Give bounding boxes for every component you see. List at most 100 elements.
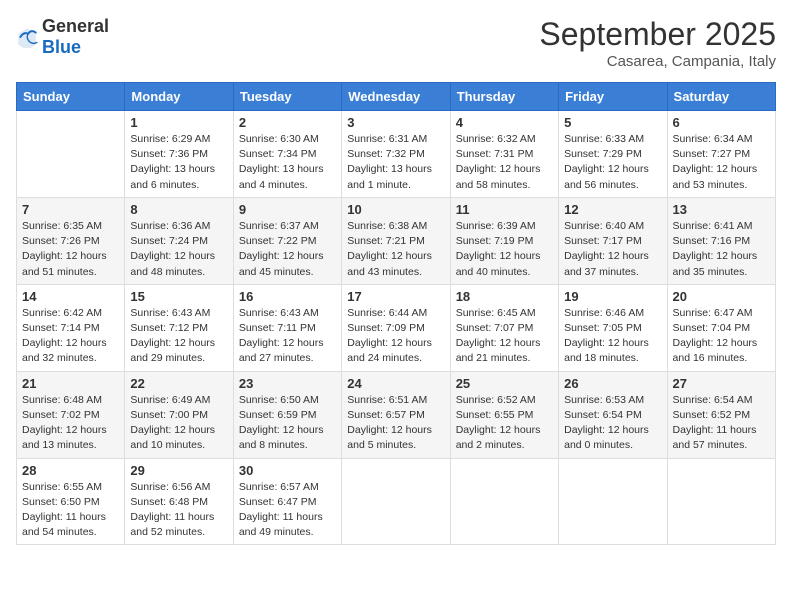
day-number: 27: [673, 376, 770, 391]
day-number: 30: [239, 463, 336, 478]
calendar-table: SundayMondayTuesdayWednesdayThursdayFrid…: [16, 82, 776, 545]
calendar-cell: 12 Sunrise: 6:40 AMSunset: 7:17 PMDayligh…: [559, 197, 667, 284]
day-info: Sunrise: 6:29 AMSunset: 7:36 PMDaylight:…: [130, 132, 227, 193]
day-number: 15: [130, 289, 227, 304]
weekday-header-tuesday: Tuesday: [233, 83, 341, 111]
weekday-header-friday: Friday: [559, 83, 667, 111]
weekday-header-wednesday: Wednesday: [342, 83, 450, 111]
day-number: 10: [347, 202, 444, 217]
calendar-cell: 17Sunrise: 6:44 AMSunset: 7:09 PMDayligh…: [342, 284, 450, 371]
calendar-cell: 9 Sunrise: 6:37 AMSunset: 7:22 PMDaylight…: [233, 197, 341, 284]
calendar-cell: [450, 458, 558, 545]
day-info: Sunrise: 6:48 AMSunset: 7:02 PMDaylight:…: [22, 393, 119, 454]
weekday-header-sunday: Sunday: [17, 83, 125, 111]
day-number: 17: [347, 289, 444, 304]
day-info: Sunrise: 6:52 AMSunset: 6:55 PMDaylight:…: [456, 393, 553, 454]
day-info: Sunrise: 6:46 AMSunset: 7:05 PMDaylight:…: [564, 306, 661, 367]
calendar-cell: 18 Sunrise: 6:45 AMSunset: 7:07 PMDayligh…: [450, 284, 558, 371]
day-info: Sunrise: 6:47 AMSunset: 7:04 PMDaylight:…: [673, 306, 770, 367]
day-number: 1: [130, 115, 227, 130]
calendar-cell: 30 Sunrise: 6:57 AMSunset: 6:47 PMDayligh…: [233, 458, 341, 545]
logo-general-text: General: [42, 16, 109, 36]
calendar-cell: 15 Sunrise: 6:43 AMSunset: 7:12 PMDayligh…: [125, 284, 233, 371]
location-title: Casarea, Campania, Italy: [539, 53, 776, 70]
calendar-cell: 19 Sunrise: 6:46 AMSunset: 7:05 PMDayligh…: [559, 284, 667, 371]
day-info: Sunrise: 6:38 AMSunset: 7:21 PMDaylight:…: [347, 219, 444, 280]
calendar-cell: 6Sunrise: 6:34 AMSunset: 7:27 PMDaylight…: [667, 111, 775, 198]
day-info: Sunrise: 6:32 AMSunset: 7:31 PMDaylight:…: [456, 132, 553, 193]
calendar-cell: [17, 111, 125, 198]
weekday-header-row: SundayMondayTuesdayWednesdayThursdayFrid…: [17, 83, 776, 111]
day-info: Sunrise: 6:41 AMSunset: 7:16 PMDaylight:…: [673, 219, 770, 280]
day-info: Sunrise: 6:56 AMSunset: 6:48 PMDaylight:…: [130, 480, 227, 541]
calendar-cell: 7 Sunrise: 6:35 AMSunset: 7:26 PMDaylight…: [17, 197, 125, 284]
day-number: 12: [564, 202, 661, 217]
day-number: 5: [564, 115, 661, 130]
calendar-cell: 26 Sunrise: 6:53 AMSunset: 6:54 PMDayligh…: [559, 371, 667, 458]
day-number: 29: [130, 463, 227, 478]
day-number: 7: [22, 202, 119, 217]
day-number: 9: [239, 202, 336, 217]
day-info: Sunrise: 6:49 AMSunset: 7:00 PMDaylight:…: [130, 393, 227, 454]
day-info: Sunrise: 6:43 AMSunset: 7:11 PMDaylight:…: [239, 306, 336, 367]
day-info: Sunrise: 6:54 AMSunset: 6:52 PMDaylight:…: [673, 393, 770, 454]
calendar-week-1: 1 Sunrise: 6:29 AMSunset: 7:36 PMDaylight…: [17, 111, 776, 198]
day-number: 4: [456, 115, 553, 130]
day-number: 24: [347, 376, 444, 391]
day-info: Sunrise: 6:42 AMSunset: 7:14 PMDaylight:…: [22, 306, 119, 367]
calendar-cell: 2Sunrise: 6:30 AMSunset: 7:34 PMDaylight…: [233, 111, 341, 198]
day-info: Sunrise: 6:30 AMSunset: 7:34 PMDaylight:…: [239, 132, 336, 193]
calendar-cell: 8 Sunrise: 6:36 AMSunset: 7:24 PMDaylight…: [125, 197, 233, 284]
calendar-cell: 21Sunrise: 6:48 AMSunset: 7:02 PMDayligh…: [17, 371, 125, 458]
day-number: 8: [130, 202, 227, 217]
day-number: 26: [564, 376, 661, 391]
calendar-cell: [667, 458, 775, 545]
day-number: 14: [22, 289, 119, 304]
day-number: 20: [673, 289, 770, 304]
calendar-cell: [559, 458, 667, 545]
day-info: Sunrise: 6:53 AMSunset: 6:54 PMDaylight:…: [564, 393, 661, 454]
day-number: 19: [564, 289, 661, 304]
day-info: Sunrise: 6:35 AMSunset: 7:26 PMDaylight:…: [22, 219, 119, 280]
day-info: Sunrise: 6:45 AMSunset: 7:07 PMDaylight:…: [456, 306, 553, 367]
day-info: Sunrise: 6:51 AMSunset: 6:57 PMDaylight:…: [347, 393, 444, 454]
weekday-header-thursday: Thursday: [450, 83, 558, 111]
day-number: 18: [456, 289, 553, 304]
calendar-cell: 11 Sunrise: 6:39 AMSunset: 7:19 PMDayligh…: [450, 197, 558, 284]
calendar-cell: 20 Sunrise: 6:47 AMSunset: 7:04 PMDayligh…: [667, 284, 775, 371]
day-number: 11: [456, 202, 553, 217]
day-info: Sunrise: 6:57 AMSunset: 6:47 PMDaylight:…: [239, 480, 336, 541]
day-number: 22: [130, 376, 227, 391]
day-info: Sunrise: 6:39 AMSunset: 7:19 PMDaylight:…: [456, 219, 553, 280]
day-number: 3: [347, 115, 444, 130]
calendar-cell: [342, 458, 450, 545]
title-block: September 2025 Casarea, Campania, Italy: [539, 16, 776, 70]
calendar-cell: 28Sunrise: 6:55 AMSunset: 6:50 PMDayligh…: [17, 458, 125, 545]
day-info: Sunrise: 6:36 AMSunset: 7:24 PMDaylight:…: [130, 219, 227, 280]
day-info: Sunrise: 6:33 AMSunset: 7:29 PMDaylight:…: [564, 132, 661, 193]
calendar-cell: 4 Sunrise: 6:32 AMSunset: 7:31 PMDaylight…: [450, 111, 558, 198]
calendar-week-4: 21Sunrise: 6:48 AMSunset: 7:02 PMDayligh…: [17, 371, 776, 458]
weekday-header-monday: Monday: [125, 83, 233, 111]
calendar-cell: 22 Sunrise: 6:49 AMSunset: 7:00 PMDayligh…: [125, 371, 233, 458]
logo-icon: [16, 26, 38, 48]
logo-blue-text: Blue: [42, 37, 81, 57]
day-info: Sunrise: 6:43 AMSunset: 7:12 PMDaylight:…: [130, 306, 227, 367]
day-info: Sunrise: 6:40 AMSunset: 7:17 PMDaylight:…: [564, 219, 661, 280]
calendar-cell: 14 Sunrise: 6:42 AMSunset: 7:14 PMDayligh…: [17, 284, 125, 371]
calendar-cell: 27 Sunrise: 6:54 AMSunset: 6:52 PMDayligh…: [667, 371, 775, 458]
weekday-header-saturday: Saturday: [667, 83, 775, 111]
calendar-cell: 13 Sunrise: 6:41 AMSunset: 7:16 PMDayligh…: [667, 197, 775, 284]
day-number: 25: [456, 376, 553, 391]
calendar-cell: 5 Sunrise: 6:33 AMSunset: 7:29 PMDaylight…: [559, 111, 667, 198]
day-number: 23: [239, 376, 336, 391]
calendar-cell: 25 Sunrise: 6:52 AMSunset: 6:55 PMDayligh…: [450, 371, 558, 458]
day-number: 28: [22, 463, 119, 478]
calendar-week-2: 7 Sunrise: 6:35 AMSunset: 7:26 PMDaylight…: [17, 197, 776, 284]
day-info: Sunrise: 6:37 AMSunset: 7:22 PMDaylight:…: [239, 219, 336, 280]
calendar-cell: 16Sunrise: 6:43 AMSunset: 7:11 PMDayligh…: [233, 284, 341, 371]
calendar-cell: 3 Sunrise: 6:31 AMSunset: 7:32 PMDaylight…: [342, 111, 450, 198]
day-number: 6: [673, 115, 770, 130]
day-info: Sunrise: 6:31 AMSunset: 7:32 PMDaylight:…: [347, 132, 444, 193]
day-number: 13: [673, 202, 770, 217]
